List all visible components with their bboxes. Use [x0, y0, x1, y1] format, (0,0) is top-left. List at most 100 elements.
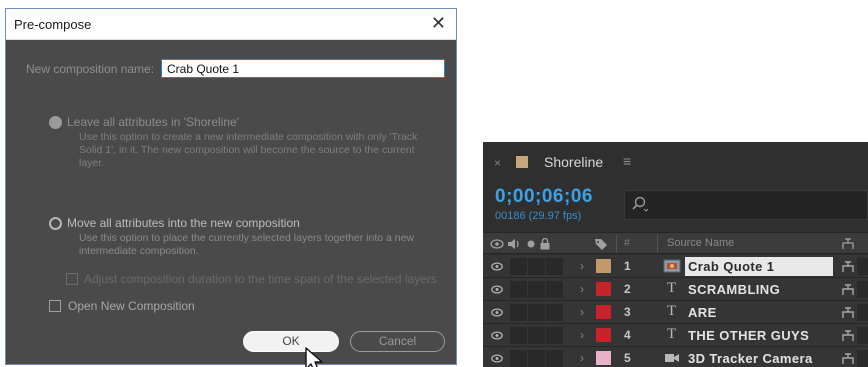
- expand-chevron-icon[interactable]: ›: [580, 282, 584, 296]
- video-visibility-icon: [490, 239, 504, 249]
- layer-row[interactable]: › 4 T THE OTHER GUYS: [483, 324, 868, 347]
- expand-chevron-icon[interactable]: ›: [580, 259, 584, 273]
- lock-toggle[interactable]: [546, 258, 563, 275]
- eye-icon[interactable]: [491, 262, 503, 271]
- expand-chevron-icon[interactable]: ›: [580, 305, 584, 319]
- audio-toggle[interactable]: [510, 327, 527, 344]
- parent-pickwhip-icon[interactable]: [841, 306, 855, 319]
- parent-pickwhip-icon[interactable]: [841, 260, 855, 273]
- layer-name[interactable]: ARE: [688, 305, 717, 320]
- text-layer-icon: T: [667, 303, 677, 319]
- camera-icon: [665, 354, 679, 362]
- composition-name[interactable]: Shoreline: [544, 154, 603, 170]
- eye-icon[interactable]: [491, 354, 503, 363]
- layer-column-header: # Source Name: [483, 232, 868, 254]
- leave-attributes-radio: [49, 116, 62, 129]
- layer-row[interactable]: › 2 T SCRAMBLING: [483, 278, 868, 301]
- move-attributes-label[interactable]: Move all attributes into the new composi…: [67, 216, 300, 230]
- parent-pickwhip-icon[interactable]: [841, 352, 855, 365]
- leave-attributes-description: Use this option to create a new intermed…: [79, 131, 418, 169]
- layer-name[interactable]: THE OTHER GUYS: [688, 328, 809, 343]
- solo-toggle[interactable]: [528, 281, 545, 298]
- audio-icon: [508, 239, 519, 249]
- layer-number-header: #: [624, 237, 631, 249]
- layer-list: › 1 Crab Quote 1 › 2 T SCRAMBLING › 3 T ARE › 4 T THE …: [483, 255, 868, 367]
- header-separator: [657, 235, 658, 252]
- lock-toggle[interactable]: [546, 327, 563, 344]
- solo-toggle[interactable]: [528, 304, 545, 321]
- audio-toggle[interactable]: [510, 281, 527, 298]
- move-attributes-radio[interactable]: [49, 217, 62, 230]
- layer-number: 5: [624, 351, 631, 365]
- layer-row[interactable]: › 5 3D Tracker Camera: [483, 347, 868, 367]
- mouse-cursor-icon: [305, 347, 323, 367]
- parent-dropdown[interactable]: [857, 258, 868, 275]
- eye-icon[interactable]: [491, 331, 503, 340]
- layer-number: 3: [624, 305, 631, 319]
- precomp-icon: [663, 259, 681, 273]
- layer-label-color[interactable]: [596, 328, 611, 342]
- parent-dropdown[interactable]: [857, 350, 868, 367]
- layer-name[interactable]: Crab Quote 1: [688, 259, 774, 274]
- lock-icon: [540, 238, 550, 250]
- parent-pickwhip-icon[interactable]: [841, 283, 855, 296]
- text-layer-icon: T: [667, 280, 677, 296]
- open-new-composition-checkbox[interactable]: [49, 300, 61, 312]
- parent-dropdown[interactable]: [857, 327, 868, 344]
- layer-row[interactable]: › 1 Crab Quote 1: [483, 255, 868, 278]
- close-icon[interactable]: ✕: [431, 13, 446, 34]
- tab-close-icon[interactable]: ×: [494, 156, 501, 170]
- layer-label-color[interactable]: [596, 351, 611, 365]
- parent-pickwhip-icon[interactable]: [841, 329, 855, 342]
- solo-toggle[interactable]: [528, 350, 545, 367]
- move-attributes-description: Use this option to place the currently s…: [79, 232, 415, 257]
- current-timecode[interactable]: 0;00;06;06: [495, 186, 593, 208]
- layer-row[interactable]: › 3 T ARE: [483, 301, 868, 324]
- adjust-duration-label: Adjust composition duration to the time …: [84, 272, 437, 286]
- eye-icon[interactable]: [491, 308, 503, 317]
- layer-label-color[interactable]: [596, 282, 611, 296]
- leave-attributes-label: Leave all attributes in 'Shoreline': [67, 115, 240, 129]
- open-new-composition-label[interactable]: Open New Composition: [68, 299, 195, 313]
- composition-name-input[interactable]: [161, 59, 445, 78]
- solo-toggle[interactable]: [528, 327, 545, 344]
- cancel-button[interactable]: Cancel: [350, 331, 445, 352]
- source-name-header[interactable]: Source Name: [667, 237, 734, 249]
- layer-search-input[interactable]: [624, 190, 868, 220]
- parent-dropdown[interactable]: [857, 281, 868, 298]
- audio-toggle[interactable]: [510, 350, 527, 367]
- adjust-duration-checkbox: [66, 273, 78, 285]
- eye-icon[interactable]: [491, 285, 503, 294]
- layer-label-color[interactable]: [596, 259, 611, 273]
- layer-number: 1: [624, 259, 631, 273]
- search-icon: [632, 196, 648, 212]
- layer-number: 4: [624, 328, 631, 342]
- composition-tab[interactable]: × Shoreline ≡: [483, 142, 868, 186]
- audio-toggle[interactable]: [510, 258, 527, 275]
- frame-count: 00186 (29.97 fps): [495, 210, 582, 222]
- label-tag-icon: [595, 239, 607, 250]
- expand-chevron-icon[interactable]: ›: [580, 328, 584, 342]
- solo-icon: [527, 240, 535, 248]
- panel-menu-icon[interactable]: ≡: [623, 153, 631, 169]
- text-layer-icon: T: [667, 326, 677, 342]
- lock-toggle[interactable]: [546, 281, 563, 298]
- layer-name[interactable]: SCRAMBLING: [688, 282, 780, 297]
- composition-name-label: New composition name:: [26, 62, 155, 76]
- dialog-titlebar: Pre-compose ✕: [6, 9, 456, 40]
- lock-toggle[interactable]: [546, 304, 563, 321]
- dialog-title: Pre-compose: [14, 17, 92, 32]
- expand-chevron-icon[interactable]: ›: [580, 351, 584, 365]
- audio-toggle[interactable]: [510, 304, 527, 321]
- header-separator: [616, 235, 617, 252]
- solo-toggle[interactable]: [528, 258, 545, 275]
- layer-label-color[interactable]: [596, 305, 611, 319]
- lock-toggle[interactable]: [546, 350, 563, 367]
- composition-color-swatch: [516, 156, 528, 168]
- layer-name[interactable]: 3D Tracker Camera: [688, 351, 813, 366]
- precompose-dialog: Pre-compose ✕ New composition name: Leav…: [5, 8, 457, 367]
- parent-dropdown[interactable]: [857, 304, 868, 321]
- timeline-panel: × Shoreline ≡ 0;00;06;06 00186 (29.97 fp…: [483, 142, 868, 367]
- parent-pickwhip-icon: [842, 238, 854, 249]
- layer-number: 2: [624, 282, 631, 296]
